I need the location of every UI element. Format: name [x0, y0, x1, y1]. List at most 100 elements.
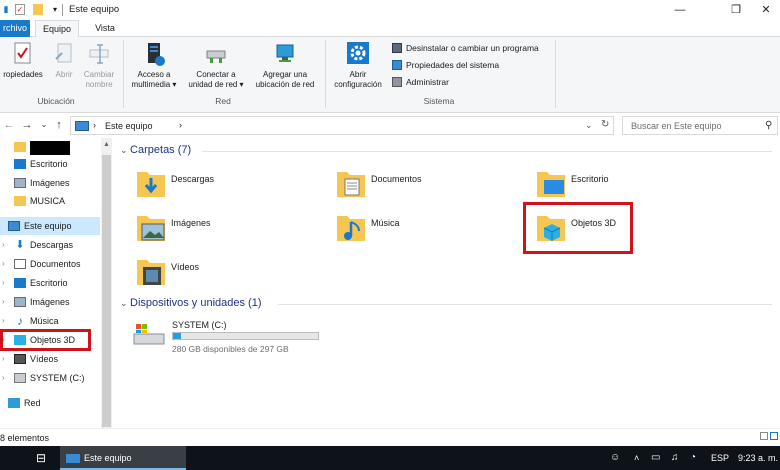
nav-item-documentos[interactable]: › Documentos: [0, 255, 81, 273]
people-icon[interactable]: ☺: [610, 446, 620, 470]
close-button[interactable]: ✕: [746, 0, 780, 20]
properties-quick-icon[interactable]: ✓: [15, 4, 25, 15]
folder-item-documentos[interactable]: Documentos: [336, 166, 526, 206]
open-settings-button[interactable]: Abrir configuración: [328, 41, 388, 90]
nav-item-este-equipo[interactable]: Este equipo: [0, 217, 100, 235]
folder-item-imagenes[interactable]: Imágenes: [136, 210, 326, 250]
forward-arrow-icon[interactable]: →: [20, 118, 34, 132]
drive-space-text: 280 GB disponibles de 297 GB: [172, 344, 289, 354]
customize-quick-access-icon[interactable]: ▾: [49, 3, 61, 16]
folder-item-descargas[interactable]: Descargas: [136, 166, 326, 206]
taskbar-app-explorer[interactable]: Este equipo: [60, 446, 186, 470]
group-label-red: Red: [215, 96, 231, 106]
nav-item-descargas[interactable]: › ⬇ Descargas: [0, 236, 73, 254]
back-arrow-icon[interactable]: ←: [2, 118, 16, 132]
map-network-drive-button[interactable]: Conectar a unidad de red ▾: [184, 41, 248, 90]
folder-item-videos[interactable]: Vídeos: [136, 254, 326, 294]
manage-button[interactable]: Administrar: [392, 75, 449, 89]
properties-button[interactable]: ropiedades: [0, 41, 46, 80]
nav-item-imagenes-quick[interactable]: Imágenes: [0, 174, 70, 192]
computer-icon: [8, 221, 20, 231]
address-bar[interactable]: › Este equipo › ⌄ ↻: [70, 116, 614, 135]
clock[interactable]: 9:23 a. m.: [738, 446, 778, 470]
nav-item-label: Música: [30, 316, 59, 326]
recent-chevron-down-icon[interactable]: ⌄: [37, 118, 51, 132]
media-access-label-2: multimedia ▾: [131, 80, 177, 89]
desktop-icon: [14, 159, 26, 169]
minimize-button[interactable]: —: [660, 0, 700, 20]
nav-item-label: MUSICA: [30, 196, 66, 206]
folder-item-escritorio[interactable]: Escritorio: [536, 166, 726, 206]
film-icon: [14, 354, 26, 364]
search-input[interactable]: Buscar en Este equipo ⚲: [622, 116, 778, 135]
media-access-label-1: Acceso a: [137, 70, 171, 79]
devices-group-header[interactable]: ⌄ Dispositivos y unidades (1): [120, 297, 262, 309]
nav-item-label: Escritorio: [30, 278, 68, 288]
nav-item-system-c[interactable]: › SYSTEM (C:): [0, 369, 85, 387]
folder-label: Imágenes: [171, 218, 211, 228]
open-label: Abrir: [55, 70, 73, 79]
nav-item-escritorio-quick[interactable]: Escritorio: [0, 155, 68, 173]
rename-icon: [87, 41, 111, 67]
breadcrumb-separator[interactable]: ›: [179, 120, 182, 130]
nav-item-videos[interactable]: › Vídeos: [0, 350, 58, 368]
uninstall-program-button[interactable]: Desinstalar o cambiar un programa: [392, 41, 539, 55]
nav-item-imagenes[interactable]: › Imágenes: [0, 293, 70, 311]
nav-item-red[interactable]: Red: [0, 394, 41, 412]
group-label-ubicacion: Ubicación: [37, 96, 75, 106]
open-button[interactable]: Abrir: [50, 41, 78, 80]
taskbar-app-label: Este equipo: [84, 453, 132, 463]
chevron-right-icon[interactable]: ›: [2, 350, 5, 368]
nav-scrollbar-thumb[interactable]: [102, 155, 111, 427]
network-location-icon: [273, 41, 297, 67]
rename-button[interactable]: Cambiar nombre: [80, 41, 118, 90]
system-properties-label: Propiedades del sistema: [406, 60, 500, 70]
tab-archivo[interactable]: rchivo: [0, 20, 30, 37]
chevron-right-icon[interactable]: ›: [2, 255, 5, 273]
drive-item-system-c[interactable]: SYSTEM (C:) 280 GB disponibles de 297 GB: [132, 318, 332, 358]
explorer-icon[interactable]: ▮: [0, 3, 12, 16]
nav-item-musica-folder[interactable]: MUSICA: [0, 192, 65, 210]
manage-icon: [392, 77, 402, 87]
chevron-right-icon[interactable]: ›: [2, 274, 5, 292]
system-properties-button[interactable]: Propiedades del sistema: [392, 58, 499, 72]
tab-equipo[interactable]: Equipo: [35, 20, 79, 38]
nav-item-label: Imágenes: [30, 178, 70, 188]
uninstall-label: Desinstalar o cambiar un programa: [406, 43, 539, 53]
media-access-button[interactable]: Acceso a multimedia ▾: [126, 41, 182, 90]
nav-item-redacted[interactable]: [0, 138, 70, 156]
nav-item-escritorio[interactable]: › Escritorio: [0, 274, 68, 292]
breadcrumb-este-equipo[interactable]: Este equipo: [105, 121, 153, 131]
folder-item-musica[interactable]: Música: [336, 210, 526, 250]
folder-label: Documentos: [371, 174, 422, 184]
folders-group-header[interactable]: ⌄ Carpetas (7): [120, 144, 191, 156]
network-tray-icon[interactable]: ▭: [651, 446, 660, 470]
nav-item-musica[interactable]: › ♪ Música: [0, 312, 59, 330]
gear-icon: [346, 41, 370, 67]
search-placeholder: Buscar en Este equipo: [631, 121, 722, 131]
chevron-right-icon[interactable]: ›: [2, 369, 5, 387]
large-icons-view-icon[interactable]: [770, 432, 778, 440]
details-view-icon[interactable]: [760, 432, 768, 440]
chevron-up-icon[interactable]: ˄: [634, 446, 639, 470]
language-indicator[interactable]: ESP: [711, 446, 729, 470]
refresh-icon[interactable]: ↻: [601, 119, 609, 130]
up-arrow-icon[interactable]: ↑: [52, 118, 66, 132]
wifi-icon[interactable]: ◔: [690, 446, 696, 470]
pictures-icon: [14, 178, 26, 188]
new-folder-quick-icon[interactable]: [33, 4, 43, 15]
tab-vista[interactable]: Vista: [85, 20, 125, 37]
chevron-right-icon[interactable]: ›: [2, 312, 5, 330]
add-network-location-button[interactable]: Agregar una ubicación de red: [250, 41, 320, 90]
task-view-icon[interactable]: ⊟: [36, 446, 46, 470]
chevron-down-icon[interactable]: ⌄: [585, 120, 593, 131]
chevron-right-icon[interactable]: ›: [2, 293, 5, 311]
scroll-up-icon[interactable]: ▲: [103, 141, 110, 148]
chevron-right-icon[interactable]: ›: [2, 236, 5, 254]
documents-folder-icon: [336, 166, 366, 200]
nav-item-label: Escritorio: [30, 159, 68, 169]
folder-label: Escritorio: [571, 174, 609, 184]
volume-icon[interactable]: ♫: [671, 446, 679, 470]
search-icon[interactable]: ⚲: [765, 120, 772, 131]
redacted-label: [30, 140, 70, 155]
